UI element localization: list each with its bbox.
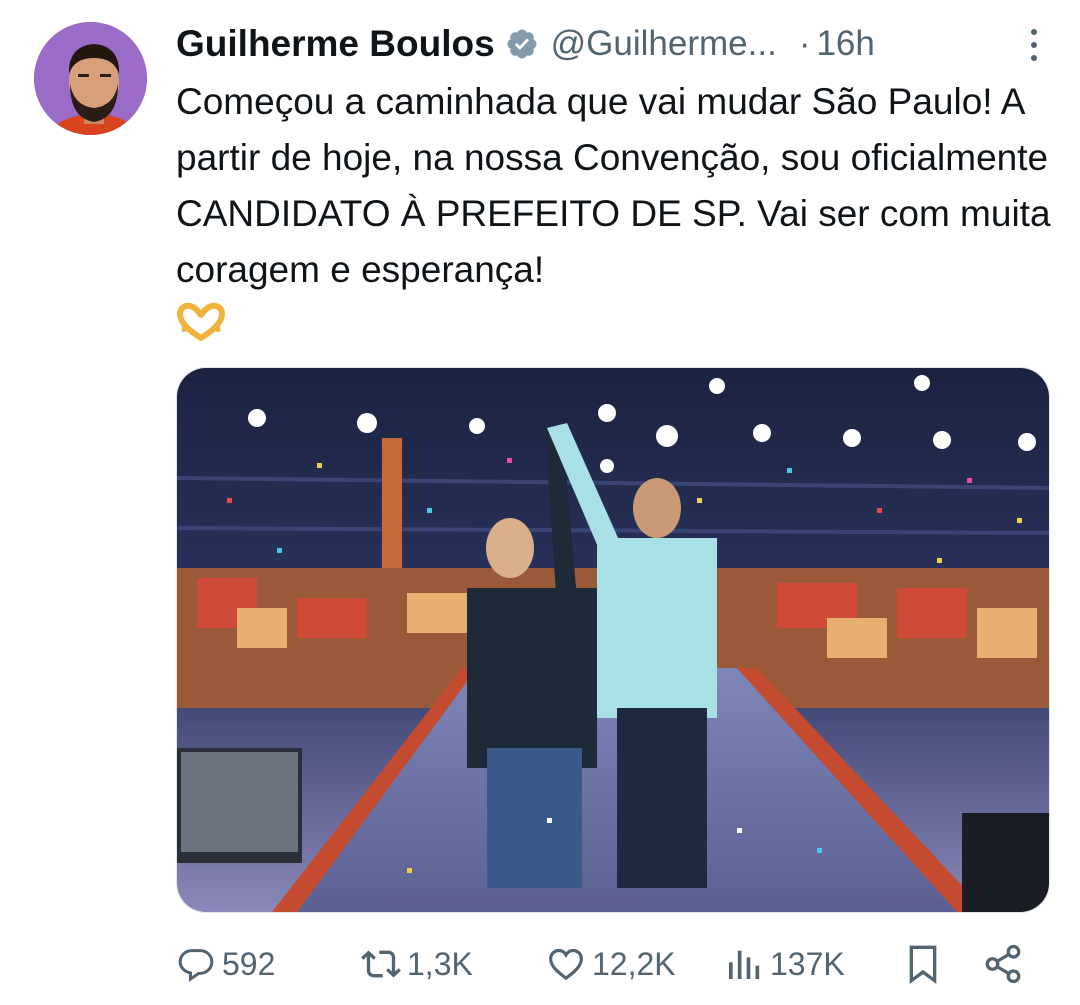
author-name[interactable]: Guilherme Boulos: [176, 23, 495, 65]
repost-count: 1,3K: [407, 945, 473, 982]
tweet-time[interactable]: 16h: [816, 24, 874, 64]
heart-hands-emoji: [177, 302, 225, 341]
views-icon: [729, 950, 760, 979]
photo-illustration: [177, 368, 1049, 912]
reply-count: 592: [222, 945, 276, 982]
share-icon: [985, 944, 1021, 984]
like-button[interactable]: 12,2K: [546, 938, 676, 990]
like-icon: [549, 948, 583, 981]
separator-dot: ·: [798, 24, 811, 63]
share-button[interactable]: [982, 938, 1024, 990]
reply-icon: [178, 949, 214, 982]
views-count: 137K: [770, 945, 845, 982]
author-avatar[interactable]: [34, 22, 147, 135]
views-button[interactable]: 137K: [724, 938, 845, 990]
reply-button[interactable]: 592: [176, 938, 275, 990]
avatar-illustration: [34, 22, 147, 135]
bookmark-icon: [909, 945, 937, 984]
tweet-photo[interactable]: [176, 367, 1050, 913]
repost-button[interactable]: 1,3K: [361, 938, 473, 990]
bookmark-button[interactable]: [903, 938, 943, 990]
tweet-text: Começou a caminhada que vai mudar São Pa…: [176, 81, 1051, 290]
tweet-header: Guilherme Boulos @Guilherme... · 16h: [176, 20, 1050, 68]
tweet-actions: 592 1,3K 12,2K 137K: [176, 938, 1036, 990]
like-count: 12,2K: [592, 945, 676, 982]
verified-badge-icon: [507, 29, 537, 59]
author-handle[interactable]: @Guilherme...: [551, 24, 777, 64]
repost-icon: [361, 950, 401, 978]
more-vertical-icon[interactable]: [1026, 26, 1042, 64]
